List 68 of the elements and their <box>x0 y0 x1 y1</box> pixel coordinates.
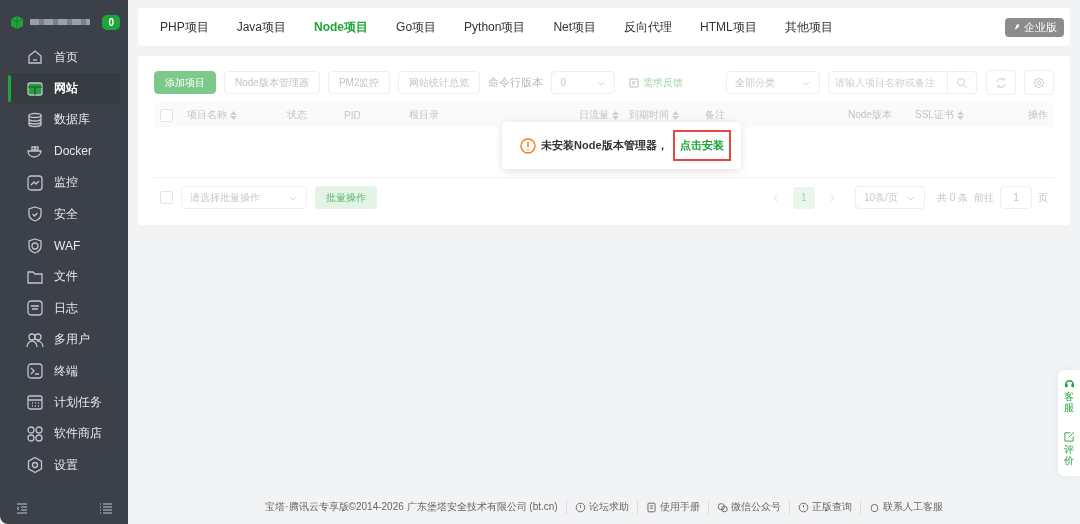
edit-icon <box>1063 431 1075 442</box>
sidebar-item[interactable]: 终端 <box>10 355 120 387</box>
note-icon <box>629 77 640 88</box>
sort-icon[interactable] <box>672 110 679 120</box>
headset-icon <box>1063 378 1075 389</box>
sidebar-item[interactable]: 数据库 <box>10 104 120 136</box>
link-icon <box>716 501 728 513</box>
sidebar-item[interactable]: WAF <box>10 230 120 261</box>
menu-icon <box>26 393 44 412</box>
menu-icon <box>26 236 44 255</box>
logo-icon <box>10 14 24 30</box>
settings-icon <box>1033 76 1045 89</box>
sidebar-item[interactable]: 安全 <box>10 198 120 230</box>
checkbox[interactable] <box>160 191 173 204</box>
menu-icon <box>26 299 44 318</box>
sort-icon[interactable] <box>956 110 964 120</box>
footer-link[interactable]: 使用手册 <box>636 500 700 514</box>
project-tab[interactable]: HTML项目 <box>686 8 771 46</box>
menu-icon <box>26 330 44 349</box>
sort-icon[interactable] <box>612 110 619 120</box>
project-tab[interactable]: Net项目 <box>539 8 611 46</box>
sidebar-item[interactable]: 多用户 <box>10 324 120 355</box>
message-text: 未安装Node版本管理器， <box>541 138 668 153</box>
menu-icon <box>26 79 44 98</box>
sidebar-item[interactable]: 文件 <box>10 261 120 293</box>
edition-badge: 企业版 <box>1005 17 1064 37</box>
sidebar-item[interactable]: 软件商店 <box>10 418 120 450</box>
checkbox[interactable] <box>160 108 173 122</box>
project-tab[interactable]: PHP项目 <box>146 8 223 46</box>
menu-icon <box>26 110 44 129</box>
sidebar-item[interactable]: 网站 <box>10 73 120 104</box>
menu-icon <box>26 48 44 67</box>
list-icon[interactable] <box>100 502 112 514</box>
refresh-icon <box>995 76 1007 89</box>
warning-icon <box>520 137 536 154</box>
sidebar-item[interactable]: 首页 <box>10 42 120 73</box>
project-tab[interactable]: 其他项目 <box>770 8 847 46</box>
sidebar-item[interactable]: 设置 <box>10 450 120 481</box>
footer-link[interactable]: 正版查询 <box>788 500 852 514</box>
sidebar-item[interactable]: 计划任务 <box>10 387 120 418</box>
menu-icon <box>26 205 44 224</box>
link-icon <box>645 501 657 513</box>
menu-icon <box>26 173 44 192</box>
blurred-server-name <box>30 19 90 25</box>
project-tab[interactable]: Python项目 <box>450 8 540 46</box>
menu-icon <box>26 424 44 443</box>
sidebar-item[interactable]: Docker <box>10 136 120 167</box>
menu-icon <box>26 362 44 381</box>
cli-version-label: 命令行版本 <box>488 75 544 90</box>
footer-link[interactable]: 论坛求助 <box>565 500 629 514</box>
search-button[interactable] <box>948 71 977 94</box>
menu-icon <box>26 456 44 475</box>
project-tab[interactable]: 反向代理 <box>610 8 687 46</box>
settings-button[interactable] <box>1024 70 1054 95</box>
collapse-icon[interactable] <box>16 502 28 514</box>
copyright-text: 宝塔·腾讯云专享版©2014-2026 广东堡塔安全技术有限公司 (bt.cn) <box>265 500 558 514</box>
link-icon <box>868 501 880 513</box>
link-icon <box>574 501 586 513</box>
refresh-button[interactable] <box>986 70 1016 95</box>
chevron-left-icon <box>771 193 780 202</box>
link-icon <box>797 501 809 513</box>
footer-link[interactable]: 联系人工客服 <box>859 500 943 514</box>
sort-icon[interactable] <box>230 110 237 120</box>
project-tab[interactable]: Java项目 <box>222 8 301 46</box>
project-tab[interactable]: Go项目 <box>382 8 451 46</box>
footer-link[interactable]: 微信公众号 <box>707 500 781 514</box>
sidebar-item[interactable]: 监控 <box>10 167 120 198</box>
sidebar-item[interactable]: 日志 <box>10 293 120 324</box>
